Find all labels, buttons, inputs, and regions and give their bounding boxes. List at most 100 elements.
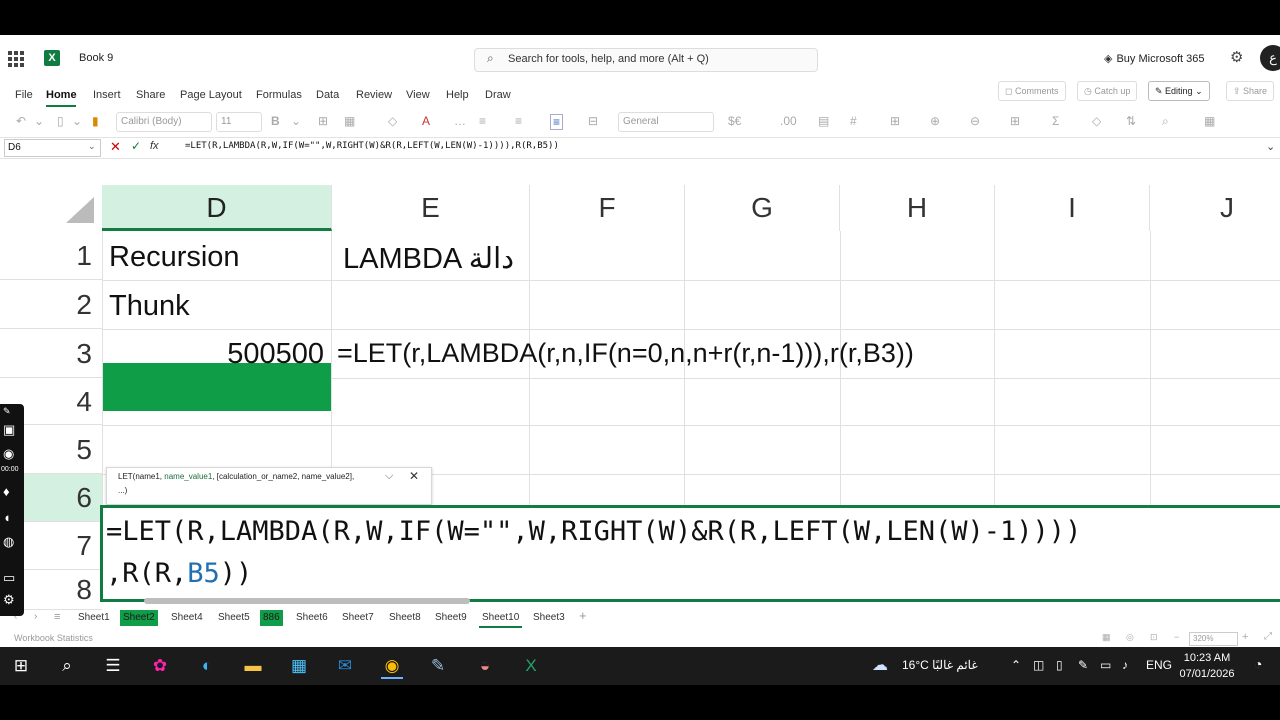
cell-e1[interactable]: LAMBDA دالة (343, 241, 514, 276)
cell-d6-editor[interactable]: =LET(R,LAMBDA(R,W,IF(W="",W,RIGHT(W)&R(R… (100, 505, 1280, 602)
sheet-tab-5[interactable]: Sheet5 (215, 610, 253, 626)
column-header-f[interactable]: F (530, 185, 685, 231)
all-sheets-icon[interactable]: ≡ (54, 611, 60, 623)
horizontal-scrollbar[interactable] (144, 598, 470, 604)
excel-taskbar-icon[interactable]: X (520, 655, 542, 677)
column-header-g[interactable]: G (685, 185, 840, 231)
tab-file[interactable]: File (15, 89, 33, 101)
tab-insert[interactable]: Insert (93, 89, 121, 101)
column-header-e[interactable]: E (332, 185, 530, 231)
expand-formula-icon[interactable]: ⌄ (1266, 140, 1275, 153)
device-icon[interactable]: ◫ (1033, 658, 1044, 672)
autosum-icon[interactable]: Σ (1052, 114, 1059, 128)
page-view-icon[interactable]: ◎ (1126, 632, 1134, 643)
add-sheet-icon[interactable]: + (579, 608, 587, 623)
sheet-tab-6[interactable]: Sheet6 (293, 610, 331, 626)
chevron-down-icon[interactable]: ⌄ (34, 114, 44, 128)
sheet-tab-1[interactable]: Sheet1 (75, 610, 113, 626)
column-header-i[interactable]: I (995, 185, 1150, 231)
volume-icon[interactable]: ♪ (1122, 658, 1128, 672)
wrap-text-icon[interactable]: ≡ (479, 114, 486, 128)
workbook-statistics[interactable]: Workbook Statistics (14, 633, 93, 643)
search-icon[interactable]: ⌕ (56, 655, 78, 677)
tab-home[interactable]: Home (46, 89, 77, 101)
name-box[interactable]: D6 (4, 139, 101, 157)
next-sheet-icon[interactable]: › (34, 611, 37, 622)
fullscreen-icon[interactable]: ⤢ (1264, 631, 1272, 642)
sheet-tab-2[interactable]: Sheet2 (120, 610, 158, 626)
find-icon[interactable]: ⌕ (1162, 114, 1169, 129)
task-view-icon[interactable]: ☰ (102, 655, 124, 677)
outlook-icon[interactable]: ✉ (334, 655, 356, 677)
font-size-select[interactable]: 11 (216, 112, 262, 132)
app-launcher-icon[interactable] (8, 51, 24, 67)
chevron-down-icon[interactable]: ⌄ (72, 114, 82, 128)
cell-d1[interactable]: Recursion (109, 241, 240, 274)
share-button[interactable]: ⇪ Share (1226, 81, 1275, 101)
tab-review[interactable]: Review (356, 89, 392, 101)
column-header-j[interactable]: J (1150, 185, 1280, 231)
enter-icon[interactable]: ✓ (131, 139, 141, 153)
account-avatar[interactable]: ع (1260, 45, 1280, 71)
file-explorer-icon[interactable]: ▬ (242, 655, 264, 677)
cell-styles-icon[interactable]: ⊞ (890, 114, 900, 128)
column-header-h[interactable]: H (840, 185, 995, 231)
settings-gear-icon[interactable]: ⚙ (3, 592, 15, 608)
conditional-format-icon[interactable]: ▤ (818, 114, 829, 128)
tab-page-layout[interactable]: Page Layout (180, 89, 242, 101)
chrome-icon[interactable]: ◉ (381, 655, 403, 679)
currency-icon[interactable]: $€ (728, 114, 741, 128)
clear-icon[interactable]: ◇ (1092, 114, 1101, 128)
zoom-in-icon[interactable]: + (1242, 631, 1248, 643)
language-indicator[interactable]: ENG (1146, 658, 1172, 672)
pen-icon[interactable]: ✎ (1078, 658, 1088, 672)
decimal-icon[interactable]: .00 (780, 114, 797, 128)
insert-function-icon[interactable]: fx (150, 140, 159, 152)
paint-palette-icon[interactable]: ◒ (474, 655, 496, 677)
webcam-icon[interactable]: ◍ (3, 534, 14, 550)
buy-microsoft-365-link[interactable]: ◈ Buy Microsoft 365 (1104, 52, 1205, 65)
table-format-icon[interactable]: # (850, 114, 857, 128)
cell-d2[interactable]: Thunk (109, 290, 190, 323)
chevron-down-icon[interactable]: ⌄ (291, 114, 301, 128)
row-header-1[interactable]: 1 (0, 231, 102, 280)
edge-browser-icon[interactable]: ◐ (196, 655, 218, 677)
row-header-2[interactable]: 2 (0, 280, 102, 329)
paste-icon[interactable]: ▯ (57, 114, 64, 128)
microphone-icon[interactable]: ♦ (3, 484, 10, 499)
network-icon[interactable]: ▭ (1100, 658, 1111, 672)
fill-color-icon[interactable]: ◇ (388, 114, 397, 128)
sheet-tab-4[interactable]: Sheet4 (168, 610, 206, 626)
center-align-icon[interactable]: ≡ (550, 114, 564, 130)
sheet-tab-7[interactable]: Sheet7 (339, 610, 377, 626)
borders-icon[interactable]: ⊞ (318, 114, 328, 128)
store-icon[interactable]: ▦ (288, 655, 310, 677)
tab-formulas[interactable]: Formulas (256, 89, 302, 101)
merge-icon[interactable]: ⊟ (588, 114, 598, 128)
format-painter-icon[interactable]: ▮ (92, 114, 99, 128)
column-header-d[interactable]: D (102, 185, 332, 231)
sheet-tab-9[interactable]: Sheet9 (432, 610, 470, 626)
paint-icon[interactable]: ✎ (427, 655, 449, 677)
delete-cells-icon[interactable]: ⊖ (970, 114, 980, 128)
notifications-icon[interactable]: ◔ (1254, 656, 1262, 672)
speaker-icon[interactable]: ◖ (3, 510, 11, 525)
number-format-select[interactable]: General (618, 112, 714, 132)
cell-d3[interactable]: 500500 (103, 338, 324, 371)
align-icon[interactable]: ≡ (515, 114, 522, 128)
cell-e3[interactable]: =LET(r,LAMBDA(r,n,IF(n=0,n,n+r(r,n-1))),… (337, 338, 914, 369)
chevron-down-icon[interactable]: ⌵ (385, 470, 393, 483)
zoom-select[interactable]: 320% (1189, 632, 1238, 646)
tab-draw[interactable]: Draw (485, 89, 511, 101)
pin-icon[interactable]: ✎ (3, 406, 11, 417)
sheet-tab-10[interactable]: Sheet10 (479, 610, 523, 628)
font-color-icon[interactable]: A (422, 114, 430, 128)
select-all-corner[interactable] (0, 185, 102, 231)
zoom-out-icon[interactable]: − (1174, 632, 1179, 642)
windows-start-icon[interactable]: ⊞ (10, 655, 32, 677)
workbook-name[interactable]: Book 9 (79, 52, 113, 64)
copilot-icon[interactable]: ✿ (149, 655, 171, 677)
cancel-icon[interactable]: ✕ (110, 139, 121, 155)
sheet-tab-3[interactable]: Sheet3 (530, 610, 568, 626)
formula-input[interactable]: =LET(R,LAMBDA(R,W,IF(W="",W,RIGHT(W)&R(R… (185, 141, 559, 151)
